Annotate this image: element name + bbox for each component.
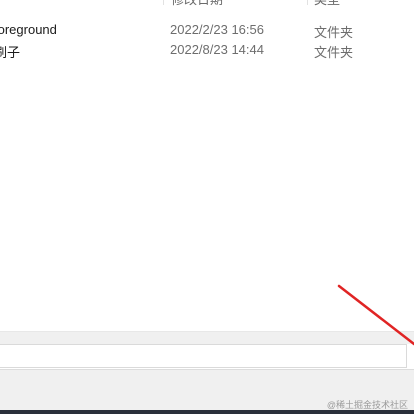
table-row[interactable]: 刷子 2022/8/23 14:44 文件夹 [0, 40, 414, 60]
watermark: @稀土掘金技术社区 [326, 400, 408, 410]
horizontal-scrollbar[interactable] [0, 331, 414, 344]
file-type: 文件夹 [314, 45, 354, 60]
column-header-type[interactable]: 类型 [314, 0, 340, 12]
column-separator[interactable] [307, 0, 308, 5]
column-header-modified[interactable]: 修改日期 [171, 0, 223, 12]
file-date: 2022/2/23 16:56 [170, 22, 264, 37]
file-dialog-viewport: 修改日期 类型 foreground 2022/2/23 16:56 文件夹 刷… [0, 0, 414, 414]
column-header: 修改日期 类型 [0, 0, 414, 12]
column-separator[interactable] [163, 0, 164, 5]
file-name-input[interactable] [0, 344, 407, 368]
table-row[interactable]: foreground 2022/2/23 16:56 文件夹 [0, 20, 414, 40]
file-name: foreground [0, 22, 57, 37]
file-type: 文件夹 [314, 25, 354, 40]
file-name: 刷子 [0, 45, 21, 60]
file-list: foreground 2022/2/23 16:56 文件夹 刷子 2022/8… [0, 20, 414, 60]
file-date: 2022/8/23 14:44 [170, 42, 264, 57]
